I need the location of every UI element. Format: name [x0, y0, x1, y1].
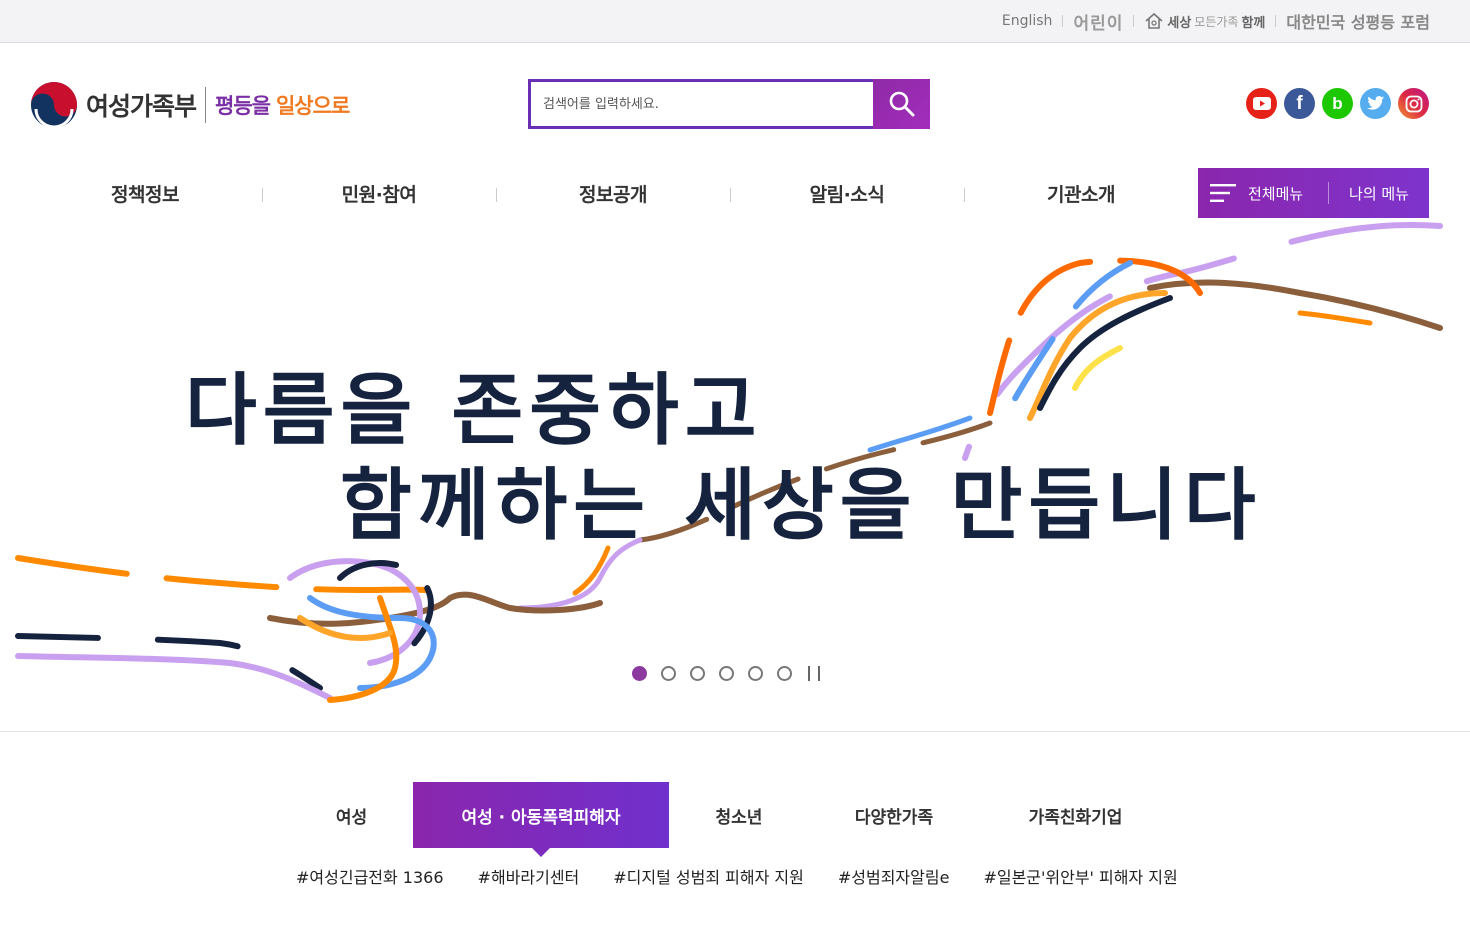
- menu-bar-buttons: 전체메뉴 나의 메뉴: [1198, 168, 1429, 218]
- tab-youth[interactable]: 청소년: [669, 782, 809, 848]
- government-emblem-icon: [31, 82, 77, 129]
- utility-links: English 어린이 세상 모든가족 함께 대한민국 성평등 포럼: [992, 0, 1430, 42]
- pause-icon[interactable]: [808, 666, 820, 681]
- tab-diverse-families[interactable]: 다양한가족: [809, 782, 979, 848]
- hashtag-link[interactable]: #해바라기센터: [478, 864, 580, 888]
- blog-icon[interactable]: b: [1322, 88, 1353, 119]
- my-menu-button[interactable]: 나의 메뉴: [1329, 183, 1429, 204]
- instagram-icon[interactable]: [1398, 88, 1429, 119]
- slide-dot[interactable]: [632, 666, 647, 681]
- family-prefix: 세상: [1167, 15, 1192, 31]
- hashtag-link[interactable]: #여성긴급전화 1366: [296, 864, 444, 888]
- family-middle: 모든가족: [1194, 14, 1239, 29]
- social-links: f b: [1246, 88, 1429, 119]
- hashtag-link[interactable]: #일본군'위안부' 피해자 지원: [983, 864, 1177, 888]
- facebook-icon[interactable]: f: [1284, 88, 1315, 119]
- search-button[interactable]: [873, 79, 930, 129]
- nav-info-disclosure[interactable]: 정보공개: [496, 180, 730, 207]
- family-site-link[interactable]: 세상 모든가족 함께: [1134, 12, 1275, 31]
- category-tabs: 여성 여성 · 아동폭력피해자 청소년 다양한가족 가족친화기업: [290, 782, 1172, 857]
- hashtag-link[interactable]: #성범죄자알림e: [838, 864, 950, 888]
- nav-civil-participation[interactable]: 민원·참여: [262, 180, 496, 207]
- ministry-name: 여성가족부: [86, 92, 197, 121]
- nav-about[interactable]: 기관소개: [964, 180, 1198, 207]
- youtube-icon[interactable]: [1246, 88, 1277, 119]
- section-divider: [0, 731, 1470, 732]
- tab-violence-victims[interactable]: 여성 · 아동폭력피해자: [413, 782, 669, 857]
- slogan-part2: 일상으로: [275, 94, 350, 118]
- hashtag-link[interactable]: #디지털 성범죄 피해자 지원: [613, 864, 804, 888]
- search-box: [528, 79, 930, 129]
- hamburger-icon: [1210, 184, 1236, 202]
- slide-dot[interactable]: [719, 666, 734, 681]
- english-link[interactable]: English: [992, 13, 1063, 29]
- logo-divider: [205, 87, 207, 123]
- slide-dot[interactable]: [690, 666, 705, 681]
- nav-policy-info[interactable]: 정책정보: [28, 180, 262, 207]
- slide-pagination: [632, 666, 820, 681]
- slogan: 평등을 일상으로: [215, 90, 350, 120]
- slide-dot[interactable]: [748, 666, 763, 681]
- house-icon: [1145, 12, 1163, 29]
- hashtag-links: #여성긴급전화 1366 #해바라기센터 #디지털 성범죄 피해자 지원 #성범…: [296, 864, 1178, 888]
- kids-link[interactable]: 어린이: [1063, 9, 1133, 34]
- site-logo[interactable]: 여성가족부 평등을 일상으로: [30, 80, 350, 130]
- slide-dot[interactable]: [661, 666, 676, 681]
- slogan-part1: 평등을: [215, 94, 271, 118]
- main-banner[interactable]: 다름을 존중하고 함께하는 세상을 만듭니다: [0, 218, 1470, 731]
- slide-dot[interactable]: [777, 666, 792, 681]
- banner-headline-line2: 함께하는 세상을 만듭니다: [340, 461, 1262, 551]
- search-icon: [889, 91, 914, 117]
- search-input[interactable]: [531, 82, 874, 126]
- tab-women[interactable]: 여성: [290, 782, 413, 848]
- nav-news[interactable]: 알림·소식: [730, 180, 964, 207]
- gender-equality-forum-link[interactable]: 대한민국 성평등 포럼: [1276, 9, 1430, 33]
- main-navigation: 정책정보 민원·참여 정보공개 알림·소식 기관소개: [28, 168, 1198, 218]
- twitter-icon[interactable]: [1360, 88, 1391, 119]
- utility-bar: English 어린이 세상 모든가족 함께 대한민국 성평등 포럼: [0, 0, 1470, 43]
- family-suffix: 함께: [1241, 15, 1266, 31]
- all-menu-label: 전체메뉴: [1248, 184, 1304, 203]
- all-menu-button[interactable]: 전체메뉴: [1198, 168, 1328, 218]
- tab-family-friendly-companies[interactable]: 가족친화기업: [979, 782, 1172, 848]
